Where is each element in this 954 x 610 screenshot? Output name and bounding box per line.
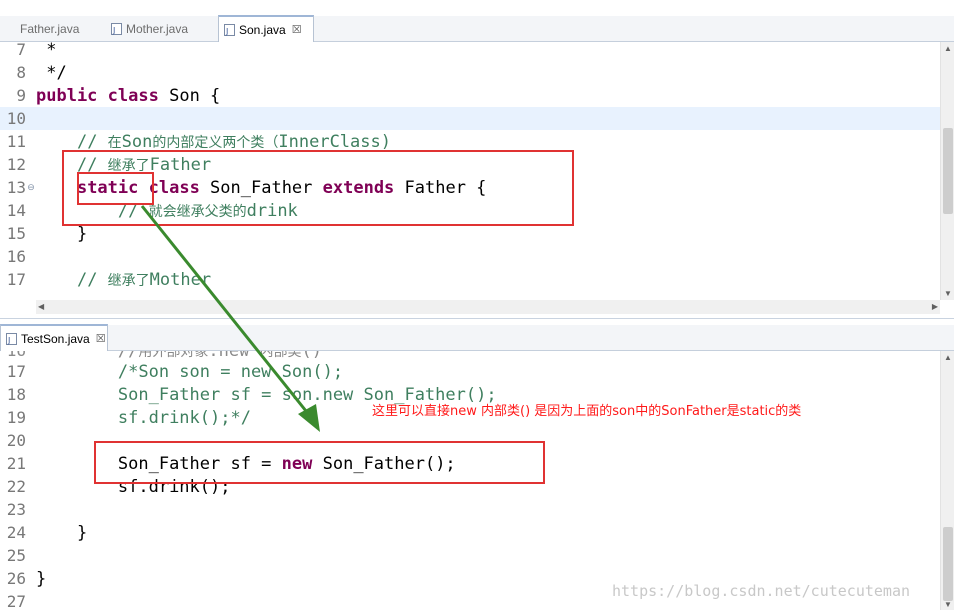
tab-label: Son.java bbox=[239, 22, 286, 37]
code-line: 25 bbox=[6, 546, 26, 565]
scroll-left-icon[interactable]: ◀ bbox=[38, 300, 44, 314]
tab-testson-java[interactable]: J TestSon.java ☒ bbox=[0, 324, 108, 351]
code-line: 8 */ bbox=[16, 62, 67, 83]
code-line: 17 // 继承了Mother bbox=[6, 269, 212, 290]
code-line: 23 bbox=[6, 500, 26, 519]
tab-son-java[interactable]: J Son.java ☒ bbox=[218, 15, 314, 42]
java-file-icon bbox=[4, 23, 16, 35]
scroll-right-icon[interactable]: ▶ bbox=[932, 300, 938, 314]
code-line: 24 } bbox=[6, 522, 88, 543]
svg-text:J: J bbox=[7, 336, 10, 345]
java-file-icon: J bbox=[110, 23, 122, 35]
code-line: 7 * bbox=[16, 39, 57, 60]
vertical-scrollbar[interactable]: ▲ ▼ bbox=[940, 351, 954, 610]
scroll-up-icon[interactable]: ▲ bbox=[941, 44, 954, 53]
tab-label: Mother.java bbox=[126, 22, 189, 36]
annotation-text: 这里可以直接new 内部类() 是因为上面的son中的SonFather是sta… bbox=[372, 404, 802, 419]
scrollbar-thumb[interactable] bbox=[943, 128, 953, 214]
scroll-down-icon[interactable]: ▼ bbox=[941, 600, 954, 609]
highlight-box-new-inner-class bbox=[94, 441, 545, 484]
code-line: 17 /*Son son = new Son(); bbox=[6, 361, 344, 382]
svg-text:J: J bbox=[225, 27, 228, 36]
horizontal-scrollbar[interactable]: ◀ ▶ bbox=[36, 300, 940, 314]
code-line-current: 10 bbox=[0, 107, 940, 130]
watermark: https://blog.csdn.net/cutecuteman bbox=[612, 582, 911, 600]
code-line: 9 public class Son { bbox=[16, 85, 221, 106]
highlight-box-static-keyword bbox=[77, 172, 154, 205]
code-line: 16 bbox=[6, 247, 26, 266]
scroll-up-icon[interactable]: ▲ bbox=[941, 353, 954, 362]
scroll-down-icon[interactable]: ▼ bbox=[941, 289, 954, 298]
close-icon[interactable]: ☒ bbox=[292, 23, 302, 36]
java-file-icon: J bbox=[5, 332, 17, 345]
scrollbar-thumb[interactable] bbox=[943, 527, 953, 601]
svg-text:J: J bbox=[112, 26, 115, 35]
bottom-tab-bar: J TestSon.java ☒ bbox=[0, 324, 954, 351]
java-file-icon: J bbox=[223, 23, 235, 36]
tab-label: Father.java bbox=[20, 22, 80, 36]
tab-label: TestSon.java bbox=[21, 331, 90, 346]
vertical-scrollbar[interactable]: ▲ ▼ bbox=[940, 42, 954, 300]
close-icon[interactable]: ☒ bbox=[96, 332, 106, 345]
fold-collapse-icon[interactable]: ⊖ bbox=[26, 182, 36, 193]
